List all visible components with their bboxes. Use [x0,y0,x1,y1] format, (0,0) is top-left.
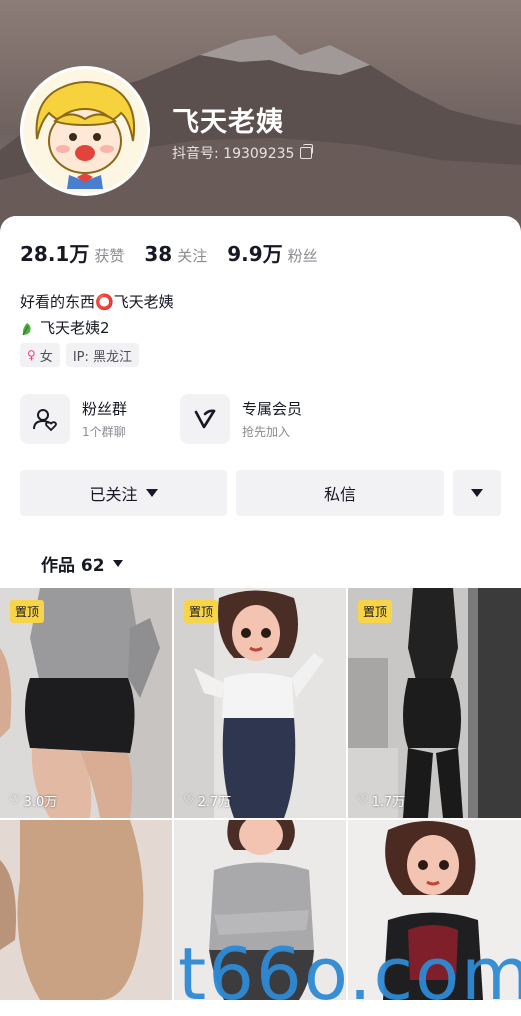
video-tile[interactable] [0,820,172,1000]
likes-count: ♡ 3.0万 [9,791,57,810]
stat-fans-number: 9.9万 [227,242,283,266]
stats-row: 28.1万 获赞 38 关注 9.9万 粉丝 [20,238,338,267]
leaf-icon [22,323,31,336]
watermark: t66o.com [178,932,521,1016]
likes-text: 3.0万 [23,795,58,810]
works-tab[interactable]: 作品 62 [41,551,123,576]
ip-text: IP: 黑龙江 [72,349,132,365]
fans-group-title: 粉丝群 [82,400,128,418]
copy-icon[interactable] [300,144,314,159]
stat-likes-number: 28.1万 [20,242,90,266]
heart-icon: ♡ [183,793,195,808]
video-tile[interactable]: 置顶 ♡ 1.7万 [348,588,521,818]
bio-line-1: 好看的东西⭕飞天老姨 [20,293,174,311]
video-tile[interactable]: 置顶 ♡ 3.0万 [0,588,172,818]
stat-following[interactable]: 38 关注 [144,242,207,266]
tags-row: ♀ 女 IP: 黑龙江 [20,343,139,367]
following-button[interactable]: 已关注 [20,470,227,516]
nickname: 飞天老姨 [172,107,284,138]
fans-group-sub: 1个群聊 [82,425,126,439]
stat-likes-label: 获赞 [94,247,125,265]
message-button[interactable]: 私信 [236,470,444,516]
membership-icon [180,394,230,444]
avatar[interactable] [20,66,150,196]
douyin-id[interactable]: 抖音号: 19309235 [172,143,314,163]
bio-line-2: 飞天老姨2 [20,315,174,341]
video-thumbnail [0,820,172,1000]
pinned-badge: 置顶 [184,600,219,623]
pinned-badge: 置顶 [10,600,45,623]
stat-fans[interactable]: 9.9万 粉丝 [227,238,317,267]
message-label: 私信 [323,485,356,504]
bio-line-2-text: 飞天老姨2 [40,319,110,337]
fans-group-icon [20,394,70,444]
following-label: 已关注 [89,485,138,504]
dropdown-triangle-icon [145,489,158,497]
gender-text: 女 [39,349,53,365]
likes-count: ♡ 2.7万 [183,791,231,810]
heart-icon: ♡ [357,793,369,808]
more-dropdown-button[interactable] [453,470,501,516]
works-tab-label: 作品 62 [41,556,105,576]
membership-entry[interactable]: 专属会员 抢先加入 [180,394,302,444]
heart-icon: ♡ [9,793,21,808]
profile-card: 28.1万 获赞 38 关注 9.9万 粉丝 好看的东西⭕飞天老姨 飞天老姨2 … [0,216,521,588]
stat-likes[interactable]: 28.1万 获赞 [20,238,124,267]
membership-title: 专属会员 [242,400,303,418]
likes-count: ♡ 1.7万 [357,791,405,810]
video-tile[interactable]: 置顶 ♡ 2.7万 [174,588,346,818]
douyin-id-text: 抖音号: 19309235 [172,146,295,162]
stat-following-number: 38 [144,242,173,266]
membership-text: 专属会员 抢先加入 [242,398,302,440]
membership-sub: 抢先加入 [242,425,291,439]
chevron-down-icon [471,489,483,497]
bio: 好看的东西⭕飞天老姨 飞天老姨2 [20,289,174,341]
gender-tag: ♀ 女 [20,343,60,367]
fans-group-entry[interactable]: 粉丝群 1个群聊 [20,394,127,444]
stat-fans-label: 粉丝 [287,247,318,265]
female-icon: ♀ [27,348,36,362]
works-dropdown-icon [112,560,123,567]
likes-text: 2.7万 [197,795,232,810]
fans-group-text: 粉丝群 1个群聊 [82,398,127,440]
likes-text: 1.7万 [371,795,406,810]
profile-banner: 飞天老姨 抖音号: 19309235 [0,0,521,240]
ip-tag: IP: 黑龙江 [65,343,139,367]
stat-following-label: 关注 [177,247,208,265]
pinned-badge: 置顶 [358,600,393,623]
